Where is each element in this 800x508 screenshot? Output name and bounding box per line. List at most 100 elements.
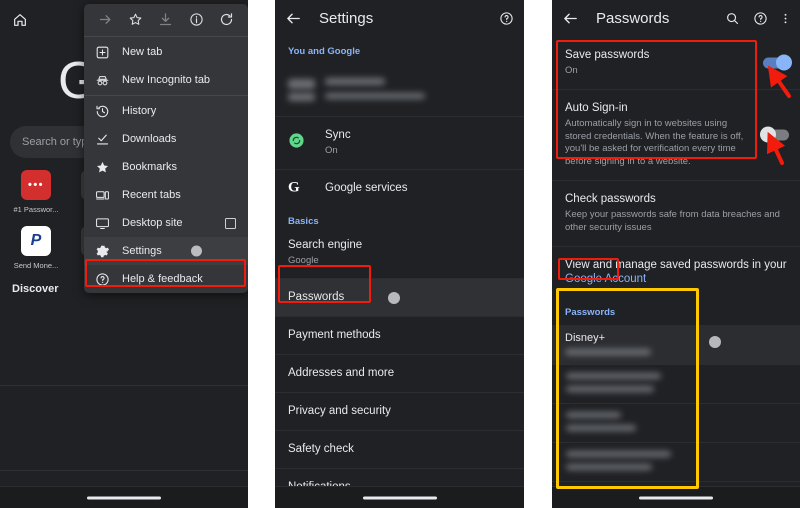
- section-basics: Basics: [288, 215, 319, 227]
- toggle-knob: [776, 54, 792, 71]
- row-check-passwords[interactable]: Check passwords Keep your passwords safe…: [552, 179, 800, 246]
- menu-item-label: Settings: [122, 245, 162, 257]
- divider: [0, 385, 248, 386]
- incognito-icon: [96, 75, 109, 85]
- paypal-icon: P: [21, 226, 51, 256]
- passwords-app-bar: Passwords: [552, 0, 800, 37]
- row-title: Sync: [325, 129, 351, 141]
- save-passwords-toggle[interactable]: [763, 54, 792, 71]
- google-g-icon: G: [288, 179, 300, 196]
- settings-row-sync[interactable]: Sync On: [275, 116, 524, 169]
- back-arrow-icon[interactable]: [562, 10, 579, 27]
- settings-row-google-services[interactable]: G Google services: [275, 168, 524, 207]
- row-manage-passwords: View and manage saved passwords in your …: [552, 245, 800, 299]
- shortcut-tile-paypal[interactable]: P Send Mone...: [6, 226, 66, 270]
- download-icon[interactable]: [158, 12, 173, 27]
- recent-tabs-icon: [96, 190, 109, 199]
- panel-chrome-settings: Settings You and Google Sync On G Google…: [275, 0, 524, 508]
- help-icon[interactable]: [499, 11, 514, 26]
- menu-item-label: Downloads: [122, 133, 177, 145]
- auto-signin-toggle[interactable]: [760, 126, 789, 143]
- toggle-knob: [760, 126, 776, 143]
- section-you-and-google: You and Google: [288, 46, 361, 57]
- row-title: Google services: [325, 181, 408, 194]
- menu-item-new-tab[interactable]: New tab: [84, 38, 248, 66]
- menu-item-new-incognito-tab[interactable]: New Incognito tab: [84, 66, 248, 94]
- shortcut-label: Send Mone...: [13, 261, 59, 270]
- saved-passwords-list: Disney+: [552, 325, 800, 508]
- forward-arrow-icon[interactable]: [98, 12, 113, 27]
- passwords-list-header: Passwords: [565, 307, 616, 319]
- onepassword-icon: •••: [21, 170, 51, 200]
- password-entry[interactable]: [552, 403, 800, 442]
- menu-item-downloads[interactable]: Downloads: [84, 125, 248, 153]
- menu-item-help-feedback[interactable]: Help & feedback: [84, 265, 248, 293]
- settings-row-privacy-security[interactable]: Privacy and security: [275, 392, 524, 430]
- entry-username-blurred: [566, 464, 652, 471]
- page-info-icon[interactable]: [189, 12, 204, 27]
- row-subtitle: Google: [288, 254, 319, 266]
- menu-item-desktop-site[interactable]: Desktop site: [84, 209, 248, 237]
- settings-row-safety-check[interactable]: Safety check: [275, 430, 524, 468]
- reload-icon[interactable]: [219, 12, 234, 27]
- desktop-site-checkbox[interactable]: [225, 217, 236, 229]
- menu-item-label: Help & feedback: [122, 273, 203, 285]
- entry-site-blurred: [566, 373, 661, 380]
- row-subtitle: On: [565, 64, 578, 76]
- sync-icon: [288, 132, 305, 154]
- settings-gear-icon: [96, 245, 109, 257]
- bookmarks-star-icon: [97, 161, 108, 172]
- gesture-handle: [639, 496, 713, 499]
- entry-username-blurred: [566, 425, 636, 432]
- row-auto-signin[interactable]: Auto Sign-in Automatically sign in to we…: [552, 88, 800, 180]
- menu-item-label: Desktop site: [122, 217, 183, 229]
- bookmark-star-icon[interactable]: [128, 12, 143, 27]
- settings-row-addresses[interactable]: Addresses and more: [275, 354, 524, 392]
- menu-item-recent-tabs[interactable]: Recent tabs: [84, 181, 248, 209]
- new-tab-icon: [96, 46, 109, 58]
- home-icon[interactable]: [12, 12, 28, 28]
- system-nav-bar: [0, 486, 248, 508]
- more-vert-icon[interactable]: [781, 11, 790, 26]
- downloads-icon: [96, 134, 109, 144]
- google-account-link[interactable]: Google Account: [565, 273, 646, 285]
- row-title: Safety check: [288, 443, 354, 456]
- menu-item-label: Recent tabs: [122, 189, 181, 201]
- row-title: Save passwords: [565, 49, 650, 61]
- password-entry[interactable]: [552, 442, 800, 481]
- row-save-passwords[interactable]: Save passwords On: [552, 37, 800, 89]
- entry-site-blurred: [566, 412, 621, 419]
- password-entry[interactable]: [552, 364, 800, 403]
- help-feedback-icon: [96, 272, 109, 286]
- settings-row-payment-methods[interactable]: Payment methods: [275, 316, 524, 354]
- chrome-overflow-menu: New tab New Incognito tab History Downlo…: [84, 4, 248, 293]
- menu-item-bookmarks[interactable]: Bookmarks: [84, 153, 248, 181]
- settings-row-search-engine[interactable]: Search engine Google: [275, 234, 524, 279]
- entry-username-blurred: [565, 349, 651, 356]
- touch-indicator: [388, 291, 400, 304]
- row-subtitle: On: [325, 144, 338, 156]
- menu-item-history[interactable]: History: [84, 97, 248, 125]
- search-icon[interactable]: [725, 11, 740, 26]
- divider: [84, 95, 248, 96]
- entry-site-blurred: [566, 451, 671, 458]
- row-title: Addresses and more: [288, 367, 395, 380]
- settings-row-passwords[interactable]: Passwords: [275, 278, 524, 317]
- row-title: Auto Sign-in: [565, 101, 628, 114]
- account-row[interactable]: [275, 64, 524, 116]
- manage-text: View and manage saved passwords in your: [565, 258, 787, 271]
- back-arrow-icon[interactable]: [285, 10, 302, 27]
- blurred-account-name: [325, 78, 385, 85]
- row-title: Payment methods: [288, 329, 381, 342]
- row-subtitle: Keep your passwords safe from data breac…: [565, 208, 780, 233]
- menu-item-settings[interactable]: Settings: [84, 237, 248, 265]
- touch-indicator: [709, 336, 721, 349]
- desktop-site-icon: [96, 217, 109, 229]
- help-icon[interactable]: [753, 11, 768, 26]
- divider: [0, 470, 248, 471]
- password-entry-disney[interactable]: Disney+: [552, 325, 800, 365]
- menu-item-label: New tab: [122, 46, 163, 58]
- shortcut-tile-1password[interactable]: ••• #1 Passwor...: [6, 170, 66, 214]
- gesture-handle: [87, 496, 161, 499]
- history-icon: [96, 105, 109, 117]
